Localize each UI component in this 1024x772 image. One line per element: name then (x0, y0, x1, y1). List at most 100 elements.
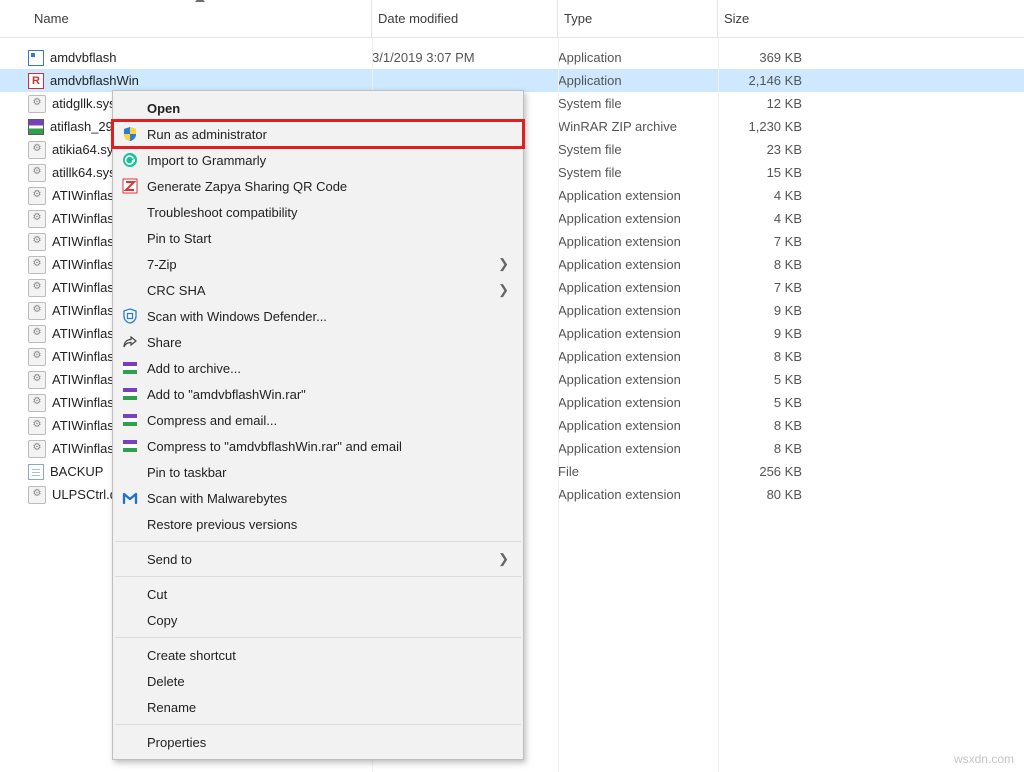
file-size: 8 KB (718, 418, 808, 433)
file-type: System file (558, 142, 718, 157)
file-name: atillk64.sys (52, 165, 116, 180)
menu-item[interactable]: Troubleshoot compatibility (113, 199, 523, 225)
watermark: wsxdn.com (954, 752, 1014, 766)
file-size: 4 KB (718, 188, 808, 203)
file-icon (28, 325, 46, 343)
file-icon (28, 394, 46, 412)
file-type: Application extension (558, 303, 718, 318)
menu-item-label: Delete (141, 674, 509, 689)
file-name: atiflash_293 (50, 119, 120, 134)
menu-item-label: Cut (141, 587, 509, 602)
menu-item[interactable]: Pin to Start (113, 225, 523, 251)
menu-item-label: Open (141, 101, 509, 116)
menu-item-label: Add to archive... (141, 361, 509, 376)
file-type: Application extension (558, 418, 718, 433)
menu-item[interactable]: Rename (113, 694, 523, 720)
menu-item[interactable]: Send to❯ (113, 546, 523, 572)
menu-item[interactable]: Generate Zapya Sharing QR Code (113, 173, 523, 199)
menu-item-label: Send to (141, 552, 498, 567)
column-header-name[interactable]: Name (28, 0, 372, 37)
winrar-icon (119, 411, 141, 429)
menu-item-label: Import to Grammarly (141, 153, 509, 168)
file-size: 9 KB (718, 326, 808, 341)
menu-item[interactable]: Cut (113, 581, 523, 607)
file-type: Application extension (558, 257, 718, 272)
file-size: 5 KB (718, 395, 808, 410)
menu-item[interactable]: Delete (113, 668, 523, 694)
file-type: Application extension (558, 234, 718, 249)
file-name: ATIWinflash (52, 303, 121, 318)
winrar-icon (119, 437, 141, 455)
column-header-type[interactable]: Type (558, 0, 718, 37)
file-size: 4 KB (718, 211, 808, 226)
file-row[interactable]: amdvbflashWinApplication2,146 KB (0, 69, 1024, 92)
file-name: BACKUP (50, 464, 103, 479)
menu-item[interactable]: Run as administrator (113, 121, 523, 147)
column-header-size[interactable]: Size (718, 0, 808, 37)
menu-item[interactable]: Scan with Windows Defender... (113, 303, 523, 329)
malwarebytes-icon (119, 489, 141, 507)
file-name: ATIWinflash (52, 395, 121, 410)
menu-item[interactable]: Add to archive... (113, 355, 523, 381)
file-type: System file (558, 96, 718, 111)
file-name: ATIWinflash (52, 441, 121, 456)
file-icon (28, 210, 46, 228)
menu-icon-blank (119, 281, 141, 299)
file-type: Application extension (558, 188, 718, 203)
menu-item[interactable]: Open (113, 95, 523, 121)
menu-icon-blank (119, 229, 141, 247)
column-header-date[interactable]: Date modified (372, 0, 558, 37)
file-type: Application extension (558, 487, 718, 502)
menu-item[interactable]: Compress and email... (113, 407, 523, 433)
file-size: 8 KB (718, 257, 808, 272)
menu-icon-blank (119, 515, 141, 533)
file-name: ATIWinflash (52, 188, 121, 203)
file-name: ATIWinflash (52, 418, 121, 433)
menu-item[interactable]: Scan with Malwarebytes (113, 485, 523, 511)
menu-item[interactable]: Restore previous versions (113, 511, 523, 537)
menu-item[interactable]: Copy (113, 607, 523, 633)
file-type: Application extension (558, 349, 718, 364)
file-name: ATIWinflash (52, 234, 121, 249)
shield-uac-icon (119, 125, 141, 143)
file-row[interactable]: amdvbflash3/1/2019 3:07 PMApplication369… (0, 46, 1024, 69)
file-size: 15 KB (718, 165, 808, 180)
file-type: Application extension (558, 326, 718, 341)
submenu-arrow-icon: ❯ (498, 551, 509, 567)
menu-item[interactable]: Create shortcut (113, 642, 523, 668)
file-icon (28, 440, 46, 458)
file-icon (28, 141, 46, 159)
menu-item[interactable]: Properties (113, 729, 523, 755)
file-icon (28, 302, 46, 320)
menu-item[interactable]: Add to "amdvbflashWin.rar" (113, 381, 523, 407)
menu-icon-blank (119, 611, 141, 629)
menu-item[interactable]: Share (113, 329, 523, 355)
file-icon (28, 417, 46, 435)
menu-icon-blank (119, 203, 141, 221)
menu-item[interactable]: Import to Grammarly (113, 147, 523, 173)
menu-icon-blank (119, 255, 141, 273)
file-size: 1,230 KB (718, 119, 808, 134)
file-size: 7 KB (718, 234, 808, 249)
menu-item[interactable]: Compress to "amdvbflashWin.rar" and emai… (113, 433, 523, 459)
column-separator (718, 38, 719, 772)
menu-icon-blank (119, 698, 141, 716)
file-icon (28, 464, 44, 480)
file-icon (28, 486, 46, 504)
menu-item[interactable]: Pin to taskbar (113, 459, 523, 485)
menu-item[interactable]: CRC SHA❯ (113, 277, 523, 303)
menu-item-label: Run as administrator (141, 127, 509, 142)
menu-item-label: 7-Zip (141, 257, 498, 272)
menu-item-label: Create shortcut (141, 648, 509, 663)
file-type: Application (558, 73, 718, 88)
grammarly-icon (119, 151, 141, 169)
menu-separator (115, 541, 521, 542)
menu-item[interactable]: 7-Zip❯ (113, 251, 523, 277)
file-type: System file (558, 165, 718, 180)
submenu-arrow-icon: ❯ (498, 282, 509, 298)
context-menu[interactable]: Open Run as administrator Import to Gramma… (112, 90, 524, 760)
file-name: atikia64.sys (52, 142, 120, 157)
file-icon (28, 119, 44, 135)
file-name: ATIWinflash (52, 326, 121, 341)
file-size: 8 KB (718, 441, 808, 456)
